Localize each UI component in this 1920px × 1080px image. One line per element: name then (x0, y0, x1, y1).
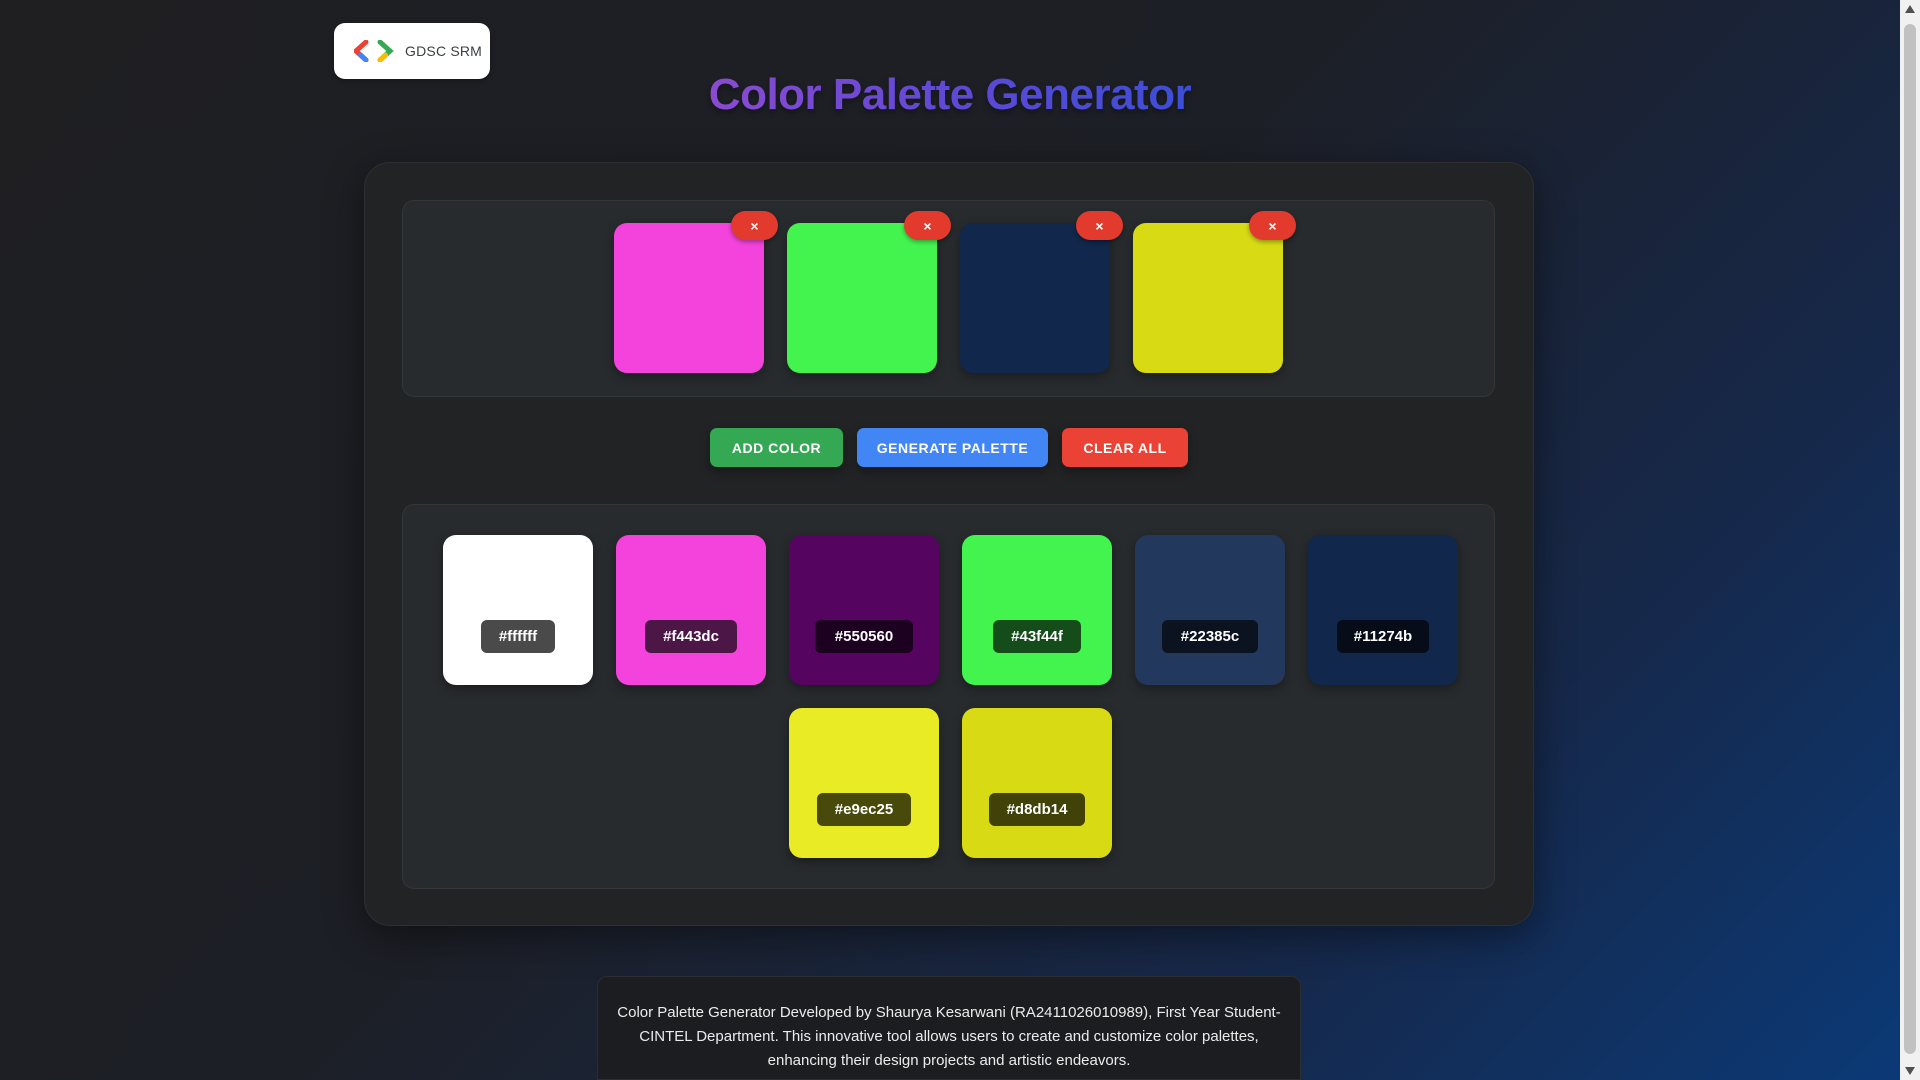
palette-swatch[interactable]: #f443dc (616, 535, 766, 685)
hex-label: #43f44f (993, 620, 1081, 653)
selected-swatch[interactable] (1133, 223, 1283, 373)
scroll-up-arrow-icon[interactable] (1905, 5, 1915, 13)
hex-label: #f443dc (645, 620, 737, 653)
hex-label: #550560 (815, 620, 913, 653)
selected-swatch[interactable] (614, 223, 764, 373)
remove-color-button[interactable]: × (904, 211, 951, 240)
add-color-button[interactable]: ADD COLOR (710, 428, 843, 467)
scroll-down-arrow-icon[interactable] (1905, 1067, 1915, 1075)
vertical-scrollbar[interactable] (1900, 0, 1920, 1080)
selected-swatch[interactable] (960, 223, 1110, 373)
logo-text: GDSC SRM (405, 43, 483, 59)
hex-label: #ffffff (481, 620, 555, 653)
remove-color-button[interactable]: × (1076, 211, 1123, 240)
gdsc-brackets-icon (354, 40, 394, 62)
selected-colors-panel: × × × × (402, 200, 1495, 397)
generate-palette-button[interactable]: GENERATE PALETTE (857, 428, 1048, 467)
selected-swatch[interactable] (787, 223, 937, 373)
hex-label: #d8db14 (989, 793, 1085, 826)
palette-swatch[interactable]: #e9ec25 (789, 708, 939, 858)
hex-label: #e9ec25 (817, 793, 911, 826)
clear-all-button[interactable]: CLEAR ALL (1062, 428, 1188, 467)
hex-label: #22385c (1162, 620, 1258, 653)
remove-color-button[interactable]: × (731, 211, 778, 240)
hex-label: #11274b (1337, 620, 1429, 653)
palette-swatch[interactable]: #43f44f (962, 535, 1112, 685)
palette-panel: #ffffff #f443dc #550560 #43f44f #22385c … (402, 504, 1495, 889)
palette-swatch[interactable]: #11274b (1308, 535, 1458, 685)
palette-swatch[interactable]: #ffffff (443, 535, 593, 685)
footer-credits: Color Palette Generator Developed by Sha… (597, 976, 1301, 1080)
palette-swatch[interactable]: #550560 (789, 535, 939, 685)
remove-color-button[interactable]: × (1249, 211, 1296, 240)
palette-swatch[interactable]: #d8db14 (962, 708, 1112, 858)
page: GDSC SRM Color Palette Generator × × × ×… (0, 0, 1900, 1080)
palette-swatch[interactable]: #22385c (1135, 535, 1285, 685)
generator-card: × × × × ADD COLOR GENERATE PALETTE CLEAR… (364, 162, 1534, 926)
page-title: Color Palette Generator (708, 70, 1192, 119)
scrollbar-thumb[interactable] (1904, 24, 1916, 1054)
